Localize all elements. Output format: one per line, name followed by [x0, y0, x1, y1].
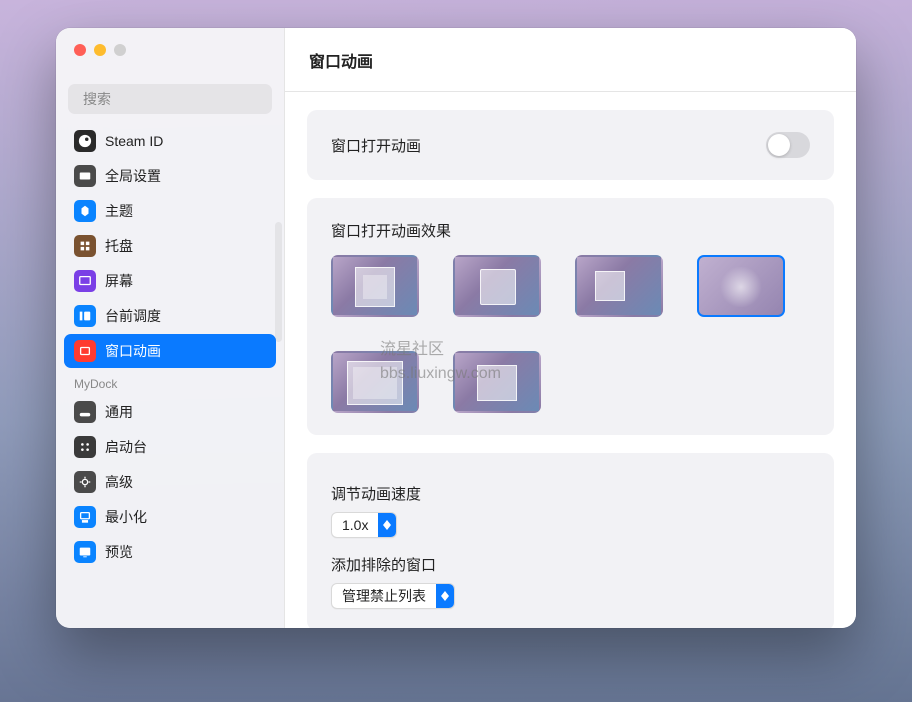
speed-card: 调节动画速度 1.0x 添加排除的窗口 管理禁止列表 [307, 453, 834, 628]
sidebar-item-label: 最小化 [105, 507, 147, 527]
effect-card: 窗口打开动画效果 [307, 198, 834, 435]
close-button[interactable] [74, 44, 86, 56]
launchpad-icon [74, 436, 96, 458]
sidebar-item-label: 托盘 [105, 236, 133, 256]
speed-select[interactable]: 1.0x [331, 512, 397, 538]
maximize-button[interactable] [114, 44, 126, 56]
sidebar-item-global[interactable]: 全局设置 [64, 159, 276, 193]
settings-window: Steam ID 全局设置 主题 托盘 屏幕 台前调度 [56, 28, 856, 628]
sidebar-item-label: 预览 [105, 542, 133, 562]
sidebar-item-advanced[interactable]: 高级 [64, 465, 276, 499]
minimize-icon [74, 506, 96, 528]
sidebar-item-label: 通用 [105, 402, 133, 422]
speed-label: 调节动画速度 [331, 483, 810, 504]
sidebar-item-window-anim[interactable]: 窗口动画 [64, 334, 276, 368]
sidebar-section-mydock: MyDock [64, 369, 276, 395]
preview-icon [74, 541, 96, 563]
stage-icon [74, 305, 96, 327]
content: 窗口打开动画 窗口打开动画效果 调节动画速度 [285, 92, 856, 628]
effect-option-1[interactable] [331, 255, 419, 317]
sidebar-item-minimize[interactable]: 最小化 [64, 500, 276, 534]
steam-icon [74, 130, 96, 152]
sidebar-item-label: 窗口动画 [105, 341, 161, 361]
sidebar-item-tray[interactable]: 托盘 [64, 229, 276, 263]
effect-section-label: 窗口打开动画效果 [331, 220, 810, 241]
sidebar-item-label: Steam ID [105, 133, 163, 149]
traffic-lights [56, 28, 284, 74]
sidebar-item-theme[interactable]: 主题 [64, 194, 276, 228]
page-title: 窗口动画 [309, 48, 373, 72]
exclude-value: 管理禁止列表 [332, 584, 436, 608]
open-anim-label: 窗口打开动画 [331, 135, 421, 156]
main-panel: 窗口动画 窗口打开动画 窗口打开动画效果 [284, 28, 856, 628]
sidebar: Steam ID 全局设置 主题 托盘 屏幕 台前调度 [56, 28, 284, 628]
sidebar-item-label: 全局设置 [105, 166, 161, 186]
sidebar-item-preview[interactable]: 预览 [64, 535, 276, 569]
effect-option-4[interactable] [697, 255, 785, 317]
speed-value: 1.0x [332, 513, 378, 537]
settings-icon [74, 165, 96, 187]
theme-icon [74, 200, 96, 222]
effect-option-2[interactable] [453, 255, 541, 317]
exclude-select[interactable]: 管理禁止列表 [331, 583, 455, 609]
sidebar-item-screen[interactable]: 屏幕 [64, 264, 276, 298]
sidebar-item-label: 启动台 [105, 437, 147, 457]
general-icon [74, 401, 96, 423]
effect-option-6[interactable] [453, 351, 541, 413]
sidebar-list: Steam ID 全局设置 主题 托盘 屏幕 台前调度 [56, 122, 284, 628]
sidebar-item-steam-id[interactable]: Steam ID [64, 124, 276, 158]
effect-option-5[interactable] [331, 351, 419, 413]
sidebar-item-label: 主题 [105, 201, 133, 221]
open-anim-toggle[interactable] [766, 132, 810, 158]
advanced-icon [74, 471, 96, 493]
effect-option-3[interactable] [575, 255, 663, 317]
stepper-icon [436, 584, 454, 608]
sidebar-item-stage[interactable]: 台前调度 [64, 299, 276, 333]
open-anim-card: 窗口打开动画 [307, 110, 834, 180]
tray-icon [74, 235, 96, 257]
screen-icon [74, 270, 96, 292]
exclude-label: 添加排除的窗口 [331, 554, 810, 575]
minimize-button[interactable] [94, 44, 106, 56]
window-anim-icon [74, 340, 96, 362]
sidebar-item-launchpad[interactable]: 启动台 [64, 430, 276, 464]
sidebar-item-label: 屏幕 [105, 271, 133, 291]
sidebar-item-label: 高级 [105, 472, 133, 492]
stepper-icon [378, 513, 396, 537]
effect-grid [331, 255, 810, 413]
search-input-wrap[interactable] [68, 84, 272, 114]
scrollbar[interactable] [275, 222, 282, 342]
sidebar-item-general[interactable]: 通用 [64, 395, 276, 429]
sidebar-item-label: 台前调度 [105, 306, 161, 326]
titlebar: 窗口动画 [285, 28, 856, 92]
search-input[interactable] [83, 91, 264, 107]
